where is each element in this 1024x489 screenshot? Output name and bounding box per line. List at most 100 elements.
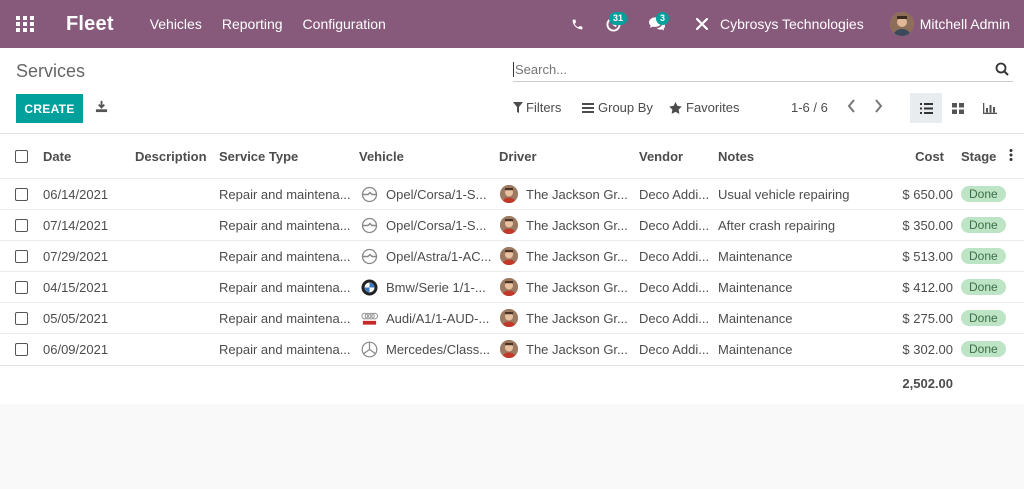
table-row[interactable]: 05/05/2021 Repair and maintena... Audi/A1/… — [0, 302, 1024, 333]
table-header: Date Description Service Type Vehicle Dr… — [0, 140, 1024, 172]
menu-vehicles[interactable]: Vehicles — [150, 16, 202, 32]
filter-icon — [513, 102, 523, 113]
search-icon[interactable] — [995, 62, 1009, 79]
activity-icon[interactable]: 31 — [596, 0, 640, 48]
footer-divider — [0, 365, 1024, 366]
driver-avatar — [500, 278, 518, 296]
cell-vendor: Deco Addi... — [639, 217, 710, 233]
table-row[interactable]: 07/14/2021 Repair and maintena... Opel/Cor… — [0, 209, 1024, 240]
select-all-checkbox[interactable] — [15, 149, 28, 163]
cell-cost: $ 302.00 — [902, 341, 953, 357]
column-cost[interactable]: Cost — [880, 149, 944, 164]
status-badge: Done — [961, 279, 1006, 295]
cell-cost: $ 412.00 — [902, 279, 953, 295]
driver-avatar — [500, 340, 518, 358]
breadcrumb: Services — [16, 61, 86, 81]
cell-vehicle: Mercedes/Class... — [386, 341, 491, 357]
cell-date: 07/14/2021 — [43, 217, 109, 233]
cell-driver: The Jackson Gr... — [526, 186, 628, 202]
opel-logo-icon — [361, 217, 378, 234]
cell-vendor: Deco Addi... — [639, 341, 710, 357]
status-badge: Done — [961, 310, 1006, 326]
cell-date: 06/09/2021 — [43, 341, 109, 357]
download-icon[interactable] — [95, 100, 108, 116]
cell-vehicle: Audi/A1/1-AUD-... — [386, 310, 490, 326]
services-list: Date Description Service Type Vehicle Dr… — [0, 134, 1024, 404]
pager-previous-icon[interactable] — [846, 98, 856, 117]
search-box — [513, 58, 1013, 82]
row-checkbox[interactable] — [15, 218, 28, 232]
top-navbar: Fleet Vehicles Reporting Configuration 3… — [0, 0, 1024, 48]
column-vendor[interactable]: Vendor — [639, 149, 683, 164]
cell-notes: Usual vehicle repairing — [718, 186, 850, 202]
cell-driver: The Jackson Gr... — [526, 248, 628, 264]
cell-cost: $ 513.00 — [902, 248, 953, 264]
cell-cost: $ 350.00 — [902, 217, 953, 233]
company-switcher[interactable]: Cybrosys Technologies — [720, 16, 864, 32]
driver-avatar — [500, 185, 518, 203]
driver-avatar — [500, 309, 518, 327]
create-button[interactable]: CREATE — [16, 94, 83, 123]
table-row[interactable]: 04/15/2021 Repair and maintena... Bmw/Seri… — [0, 271, 1024, 302]
activity-count-badge: 31 — [609, 12, 628, 25]
pager-next-icon[interactable] — [874, 98, 884, 117]
apps-menu-icon[interactable] — [0, 0, 50, 48]
search-input[interactable] — [513, 62, 983, 77]
row-checkbox[interactable] — [15, 187, 28, 201]
row-checkbox[interactable] — [15, 280, 28, 294]
favorites-button[interactable]: Favorites — [669, 100, 739, 115]
cell-service-type: Repair and maintena... — [219, 310, 351, 326]
column-stage[interactable]: Stage — [961, 149, 996, 164]
total-cost: 2,502.00 — [902, 376, 953, 391]
cell-notes: Maintenance — [718, 341, 793, 357]
user-menu[interactable]: Mitchell Admin — [920, 16, 1010, 32]
optional-columns-icon[interactable] — [1009, 148, 1013, 164]
status-badge: Done — [961, 248, 1006, 264]
cell-date: 04/15/2021 — [43, 279, 109, 295]
cell-vehicle: Opel/Corsa/1-S... — [386, 186, 487, 202]
column-vehicle[interactable]: Vehicle — [359, 149, 404, 164]
group-by-icon — [582, 102, 594, 113]
filters-button[interactable]: Filters — [513, 100, 561, 115]
column-date[interactable]: Date — [43, 149, 71, 164]
favorites-label: Favorites — [686, 100, 740, 115]
row-checkbox[interactable] — [15, 342, 28, 356]
graph-view-icon[interactable] — [974, 93, 1006, 123]
cell-notes: Maintenance — [718, 279, 793, 295]
cell-notes: Maintenance — [718, 310, 793, 326]
pager-value[interactable]: 1-6 / 6 — [791, 100, 828, 115]
column-notes[interactable]: Notes — [718, 149, 754, 164]
group-by-button[interactable]: Group By — [582, 100, 653, 115]
status-badge: Done — [961, 217, 1006, 233]
column-service-type[interactable]: Service Type — [219, 149, 298, 164]
column-driver[interactable]: Driver — [499, 149, 537, 164]
kanban-view-icon[interactable] — [942, 93, 974, 123]
cell-service-type: Repair and maintena... — [219, 341, 351, 357]
cell-notes: After crash repairing — [718, 217, 836, 233]
cell-service-type: Repair and maintena... — [219, 279, 351, 295]
row-checkbox[interactable] — [15, 249, 28, 263]
app-brand[interactable]: Fleet — [66, 13, 114, 36]
column-description[interactable]: Description — [135, 149, 207, 164]
driver-avatar — [500, 216, 518, 234]
list-view-icon[interactable] — [910, 93, 942, 123]
debug-tools-icon[interactable] — [684, 0, 720, 48]
table-row[interactable]: 06/09/2021 Repair and maintena... Mercedes… — [0, 333, 1024, 364]
cell-driver: The Jackson Gr... — [526, 279, 628, 295]
cell-vendor: Deco Addi... — [639, 248, 710, 264]
messages-icon[interactable]: 3 — [640, 0, 684, 48]
driver-avatar — [500, 247, 518, 265]
opel-logo-icon — [361, 186, 378, 203]
menu-configuration[interactable]: Configuration — [303, 16, 386, 32]
cell-cost: $ 275.00 — [902, 310, 953, 326]
row-checkbox[interactable] — [15, 311, 28, 325]
table-row[interactable]: 06/14/2021 Repair and maintena... Opel/Cor… — [0, 178, 1024, 209]
mercedes-logo-icon — [361, 341, 378, 358]
table-row[interactable]: 07/29/2021 Repair and maintena... Opel/Ast… — [0, 240, 1024, 271]
user-avatar[interactable] — [889, 12, 914, 36]
menu-reporting[interactable]: Reporting — [222, 16, 283, 32]
cell-driver: The Jackson Gr... — [526, 341, 628, 357]
star-icon — [669, 101, 682, 114]
phone-icon[interactable] — [558, 0, 596, 48]
cell-driver: The Jackson Gr... — [526, 310, 628, 326]
